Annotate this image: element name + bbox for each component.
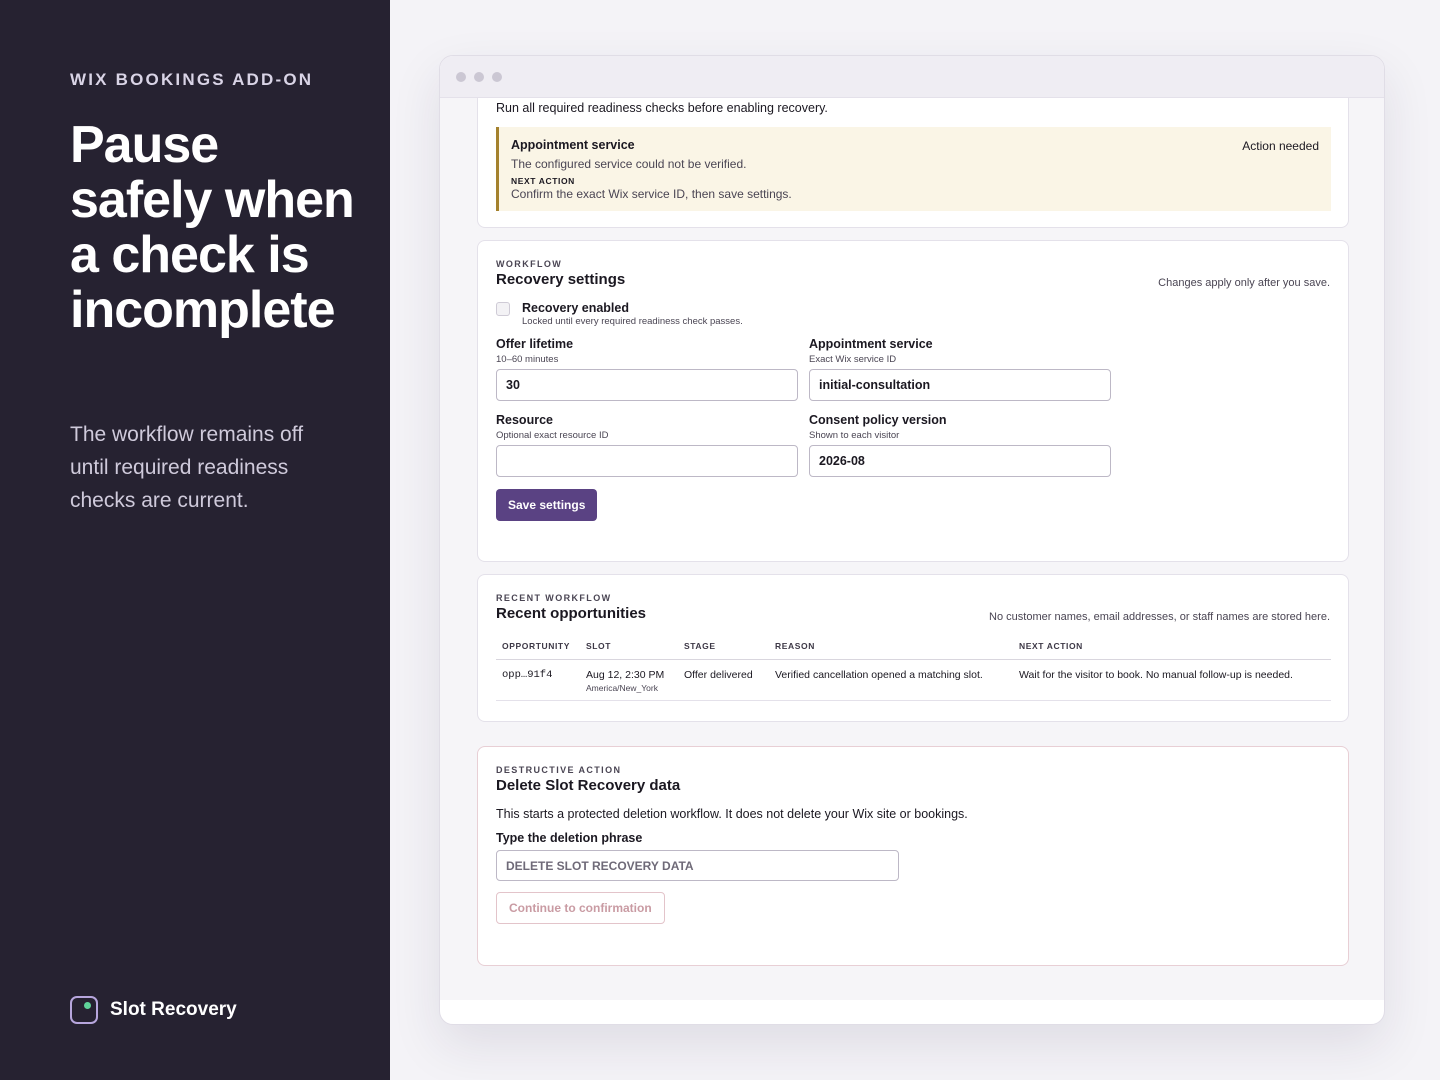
delete-kicker: DESTRUCTIVE ACTION <box>496 765 622 775</box>
browser-window: Run all required readiness checks before… <box>439 55 1385 1025</box>
delete-title: Delete Slot Recovery data <box>496 777 681 794</box>
appointment-service-hint: Exact Wix service ID <box>809 354 897 365</box>
recovery-enabled-hint: Locked until every required readiness ch… <box>522 316 743 327</box>
offer-lifetime-field: Offer lifetime 10–60 minutes <box>496 337 798 401</box>
settings-note: Changes apply only after you save. <box>1158 277 1330 289</box>
table-header-row: OPPORTUNITY SLOT STAGE REASON NEXT ACTIO… <box>496 641 1331 660</box>
readiness-card: Run all required readiness checks before… <box>477 98 1349 228</box>
resource-label: Resource <box>496 413 553 427</box>
readiness-intro: Run all required readiness checks before… <box>496 101 828 115</box>
stage-cell: Offer delivered <box>678 659 769 701</box>
page-viewport[interactable]: Run all required readiness checks before… <box>440 98 1384 1000</box>
window-dot-icon <box>492 71 502 82</box>
recovery-enabled-checkbox[interactable] <box>496 302 510 316</box>
recent-header: RECENT WORKFLOW Recent opportunities <box>496 593 646 622</box>
window-dot-icon <box>456 71 466 82</box>
col-stage: STAGE <box>678 641 769 660</box>
settings-kicker: WORKFLOW <box>496 259 563 269</box>
resource-field: Resource Optional exact resource ID <box>496 413 798 477</box>
notice-title: Appointment service <box>511 138 635 152</box>
consent-policy-label: Consent policy version <box>809 413 947 427</box>
delete-data-card: DESTRUCTIVE ACTION Delete Slot Recovery … <box>477 746 1349 966</box>
col-next-action: NEXT ACTION <box>1013 641 1331 660</box>
recent-kicker: RECENT WORKFLOW <box>496 593 612 603</box>
eyebrow: WIX BOOKINGS ADD-ON <box>70 70 314 89</box>
col-slot: SLOT <box>580 641 678 660</box>
delete-header: DESTRUCTIVE ACTION Delete Slot Recovery … <box>496 765 680 794</box>
resource-hint: Optional exact resource ID <box>496 430 609 441</box>
readiness-notice: Appointment service Action needed The co… <box>496 127 1331 211</box>
settings-title: Recovery settings <box>496 271 626 288</box>
consent-policy-hint: Shown to each visitor <box>809 430 900 441</box>
settings-card: WORKFLOW Recovery settings Changes apply… <box>477 240 1349 562</box>
consent-policy-input[interactable] <box>809 445 1111 477</box>
subtext: The workflow remains off until required … <box>70 423 304 512</box>
consent-policy-field: Consent policy version Shown to each vis… <box>809 413 1111 477</box>
save-settings-button[interactable]: Save settings <box>496 489 598 521</box>
browser-titlebar <box>440 56 1384 98</box>
slot-recovery-logo-icon <box>70 996 98 1024</box>
brand-name: Slot Recovery <box>110 999 237 1020</box>
deletion-phrase-input[interactable] <box>496 850 899 881</box>
slot-time: Aug 12, 2:30 PM <box>586 669 665 681</box>
recent-opportunities-card: RECENT WORKFLOW Recent opportunities No … <box>477 574 1349 722</box>
marketing-panel: WIX BOOKINGS ADD-ON Pause safely when a … <box>0 0 390 1080</box>
offer-lifetime-label: Offer lifetime <box>496 337 574 351</box>
settings-header: WORKFLOW Recovery settings <box>496 259 625 288</box>
recovery-enabled-label: Recovery enabled <box>522 301 629 315</box>
offer-lifetime-input[interactable] <box>496 369 798 401</box>
col-reason: REASON <box>769 641 1013 660</box>
next-action-cell: Wait for the visitor to book. No manual … <box>1013 659 1331 701</box>
appointment-service-label: Appointment service <box>809 337 933 351</box>
recovery-enabled-row: Recovery enabled Locked until every requ… <box>496 301 743 327</box>
delete-description: This starts a protected deletion workflo… <box>496 807 968 821</box>
notice-next-label: NEXT ACTION <box>511 176 575 186</box>
deletion-phrase-label: Type the deletion phrase <box>496 831 643 845</box>
recent-title: Recent opportunities <box>496 605 647 622</box>
slot-cell: Aug 12, 2:30 PM America/New_York <box>580 659 678 701</box>
appointment-service-field: Appointment service Exact Wix service ID <box>809 337 1111 401</box>
table-row[interactable]: opp…91f4 Aug 12, 2:30 PM America/New_Yor… <box>496 659 1331 701</box>
reason-cell: Verified cancellation opened a matching … <box>769 659 1013 701</box>
window-dot-icon <box>474 71 484 82</box>
notice-next-action: Confirm the exact Wix service ID, then s… <box>511 187 792 201</box>
opportunities-table: OPPORTUNITY SLOT STAGE REASON NEXT ACTIO… <box>496 641 1331 701</box>
col-opportunity: OPPORTUNITY <box>496 641 580 660</box>
appointment-service-input[interactable] <box>809 369 1111 401</box>
headline: Pause safely when a check is incomplete <box>70 116 355 339</box>
continue-to-confirmation-button[interactable]: Continue to confirmation <box>496 892 665 924</box>
recent-note: No customer names, email addresses, or s… <box>989 611 1330 623</box>
slot-timezone: America/New_York <box>586 683 658 693</box>
resource-input[interactable] <box>496 445 798 477</box>
offer-lifetime-hint: 10–60 minutes <box>496 354 559 365</box>
opportunity-id: opp…91f4 <box>496 659 580 701</box>
notice-status: Action needed <box>1242 139 1319 153</box>
notice-description: The configured service could not be veri… <box>511 157 747 171</box>
brand: Slot Recovery <box>70 996 237 1024</box>
